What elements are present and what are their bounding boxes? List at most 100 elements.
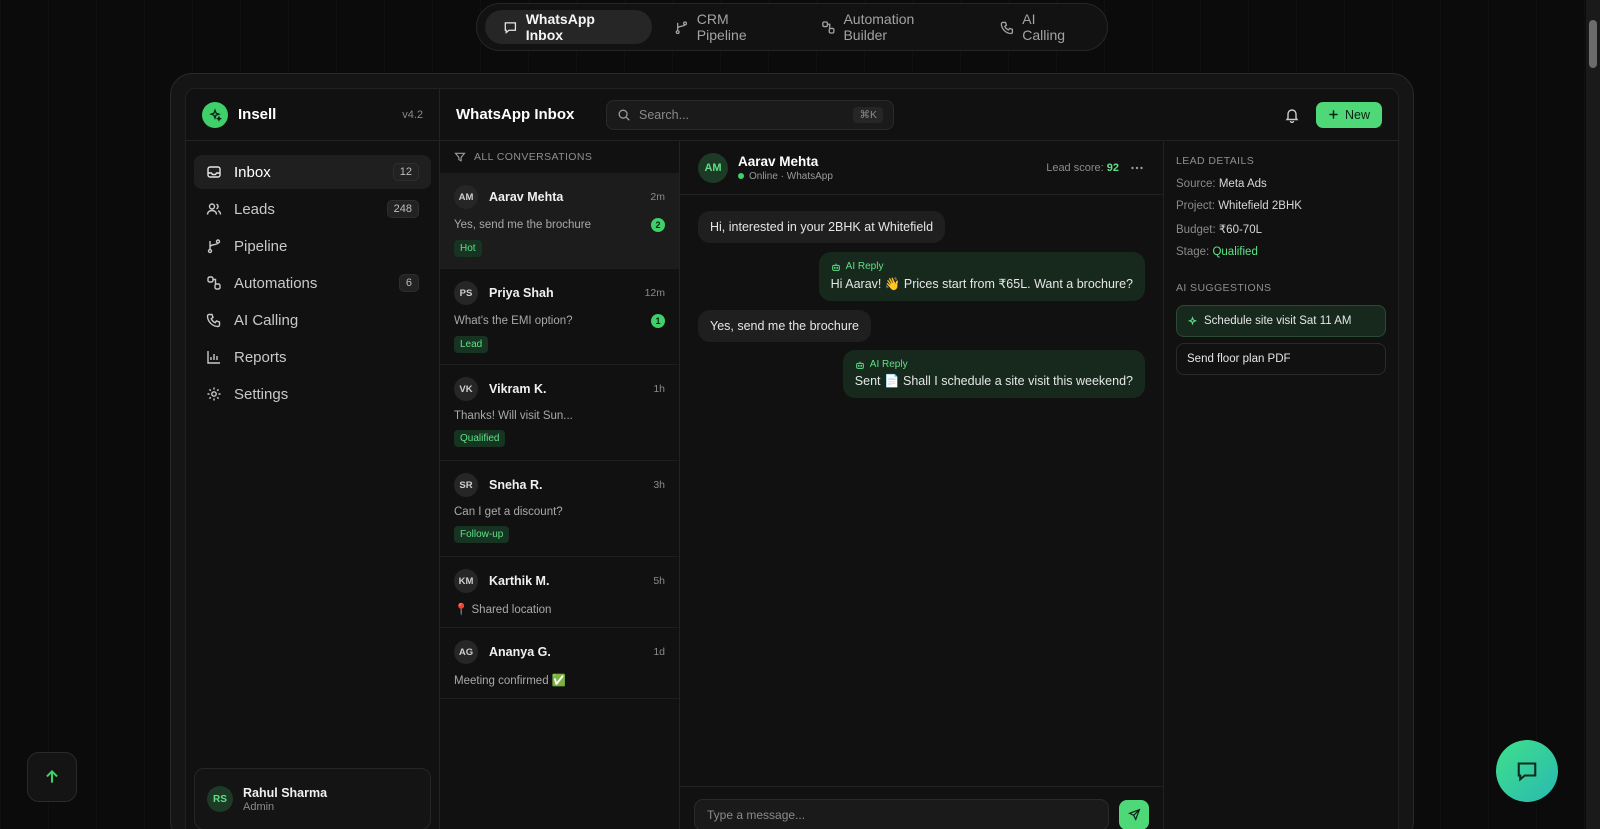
user-name: Rahul Sharma bbox=[243, 785, 328, 800]
message-preview: What's the EMI option? bbox=[454, 315, 573, 327]
online-status: Online · WhatsApp bbox=[738, 171, 833, 182]
sidebar-item-leads[interactable]: Leads 248 bbox=[194, 192, 431, 226]
send-button[interactable] bbox=[1119, 799, 1149, 829]
lead-score-value: 92 bbox=[1106, 161, 1119, 174]
robot-icon bbox=[855, 361, 864, 369]
detail-budget: Budget: ₹60-70L bbox=[1176, 222, 1386, 236]
more-options-icon[interactable] bbox=[1129, 160, 1145, 176]
detail-value: Meta Ads bbox=[1218, 178, 1267, 190]
tab-ai-calling[interactable]: AI Calling bbox=[982, 10, 1099, 44]
detail-source: Source: Meta Ads bbox=[1176, 178, 1386, 190]
app-window: Insell v4.2 Inbox 12 Leads 248 Pipeline bbox=[185, 88, 1399, 829]
new-button[interactable]: New bbox=[1315, 101, 1382, 128]
sidebar: Insell v4.2 Inbox 12 Leads 248 Pipeline bbox=[186, 89, 440, 829]
message-text: Yes, send me the brochure bbox=[710, 319, 859, 333]
chat-panel: AM Aarav Mehta Online · WhatsApp Lead sc… bbox=[680, 141, 1164, 829]
ai-reply-label: AI Reply bbox=[831, 261, 1133, 272]
detail-label: Budget: bbox=[1176, 224, 1216, 236]
avatar: PS bbox=[454, 281, 478, 305]
message-preview: Meeting confirmed ✅ bbox=[454, 675, 567, 687]
section-label: ALL CONVERSATIONS bbox=[474, 151, 593, 163]
detail-project: Project: Whitefield 2BHK bbox=[1176, 200, 1386, 212]
detail-value: Whitefield 2BHK bbox=[1218, 200, 1302, 212]
contact-name: Karthik M. bbox=[489, 574, 550, 588]
suggestion-schedule-visit[interactable]: Schedule site visit Sat 11 AM bbox=[1176, 305, 1386, 337]
message-composer bbox=[680, 786, 1163, 829]
user-profile-card[interactable]: RS Rahul Sharma Admin bbox=[194, 768, 431, 829]
page-scrollbar[interactable] bbox=[1586, 0, 1600, 829]
conversation-item[interactable]: AG Ananya G. 1d Meeting confirmed ✅ bbox=[440, 628, 679, 699]
section-title: AI SUGGESTIONS bbox=[1176, 282, 1272, 294]
suggestion-floor-plan[interactable]: Send floor plan PDF bbox=[1176, 343, 1386, 375]
version-label: v4.2 bbox=[402, 108, 423, 121]
contact-name: Sneha R. bbox=[489, 478, 543, 492]
message-preview: Can I get a discount? bbox=[454, 506, 563, 518]
page-title: WhatsApp Inbox bbox=[456, 106, 575, 123]
tab-crm-pipeline[interactable]: CRM Pipeline bbox=[656, 10, 799, 44]
new-button-label: New bbox=[1344, 107, 1370, 122]
label-text: AI Reply bbox=[869, 359, 908, 370]
sidebar-item-inbox[interactable]: Inbox 12 bbox=[194, 155, 431, 189]
conversation-item[interactable]: VK Vikram K. 1h Thanks! Will visit Sun..… bbox=[440, 365, 679, 461]
suggestion-label: Send floor plan PDF bbox=[1187, 353, 1291, 365]
chat-icon bbox=[1517, 762, 1537, 782]
avatar: AM bbox=[454, 185, 478, 209]
bar-chart-icon bbox=[207, 351, 220, 364]
suggestion-label: Schedule site visit Sat 11 AM bbox=[1204, 315, 1352, 327]
conversation-item[interactable]: PS Priya Shah 12m What's the EMI option?… bbox=[440, 269, 679, 365]
count-badge: 12 bbox=[392, 163, 419, 181]
sidebar-item-label: AI Calling bbox=[234, 311, 299, 329]
message-preview: 📍 Shared location bbox=[454, 604, 552, 616]
message-text: Sent 📄 Shall I schedule a site visit thi… bbox=[854, 374, 1133, 388]
label-text: AI Reply bbox=[845, 261, 884, 272]
inbox-icon bbox=[207, 166, 221, 178]
sparkle-icon bbox=[1187, 315, 1198, 325]
sidebar-item-reports[interactable]: Reports bbox=[194, 340, 431, 374]
detail-stage: Stage: Qualified bbox=[1176, 246, 1386, 258]
app-frame: Insell v4.2 Inbox 12 Leads 248 Pipeline bbox=[170, 73, 1414, 829]
tab-label: Automation Builder bbox=[843, 11, 915, 43]
message-input[interactable] bbox=[694, 798, 1109, 829]
tab-automation-builder[interactable]: Automation Builder bbox=[803, 10, 978, 44]
detail-value: Qualified bbox=[1212, 246, 1258, 258]
brand-name: Insell bbox=[238, 106, 277, 123]
conversation-item[interactable]: SR Sneha R. 3h Can I get a discount? Fol… bbox=[440, 461, 679, 557]
branch-icon bbox=[207, 239, 221, 254]
arrow-up-icon bbox=[46, 769, 58, 783]
search-box[interactable]: ⌘K bbox=[606, 99, 894, 130]
sidebar-item-pipeline[interactable]: Pipeline bbox=[194, 229, 431, 263]
detail-label: Source: bbox=[1176, 178, 1216, 190]
timestamp: 3h bbox=[653, 479, 665, 491]
sidebar-item-settings[interactable]: Settings bbox=[194, 377, 431, 411]
incoming-message: Hi, interested in your 2BHK at Whitefiel… bbox=[698, 211, 946, 243]
sidebar-nav: Inbox 12 Leads 248 Pipeline Automations … bbox=[186, 141, 439, 428]
filter-icon bbox=[454, 152, 466, 162]
lead-score: Lead score: 92 bbox=[1046, 162, 1119, 174]
online-dot-icon bbox=[738, 173, 744, 179]
sidebar-item-automations[interactable]: Automations 6 bbox=[194, 266, 431, 300]
detail-value: ₹60-70L bbox=[1218, 224, 1262, 236]
avatar: KM bbox=[454, 569, 478, 593]
status-tag: Lead bbox=[454, 336, 489, 353]
conversation-filter[interactable]: ALL CONVERSATIONS bbox=[440, 141, 679, 173]
message-text: Hi, interested in your 2BHK at Whitefiel… bbox=[710, 220, 934, 234]
branch-icon bbox=[675, 20, 688, 34]
bell-icon[interactable] bbox=[1284, 107, 1300, 123]
tab-label: AI Calling bbox=[1022, 11, 1066, 43]
timestamp: 5h bbox=[653, 575, 665, 587]
contact-name: Vikram K. bbox=[489, 382, 547, 396]
search-input[interactable] bbox=[639, 107, 846, 122]
scrollbar-thumb[interactable] bbox=[1589, 20, 1597, 68]
conversation-item[interactable]: KM Karthik M. 5h 📍 Shared location bbox=[440, 557, 679, 628]
shortcut-hint: ⌘K bbox=[853, 106, 883, 123]
sidebar-item-label: Settings bbox=[234, 385, 289, 403]
plus-icon bbox=[1329, 110, 1338, 119]
scroll-to-top-button[interactable] bbox=[27, 752, 77, 802]
conversation-item[interactable]: AM Aarav Mehta 2m Yes, send me the broch… bbox=[440, 173, 679, 269]
brand: Insell v4.2 bbox=[186, 89, 439, 141]
chat-widget-button[interactable] bbox=[1496, 740, 1558, 802]
tab-whatsapp-inbox[interactable]: WhatsApp Inbox bbox=[485, 10, 653, 44]
section-title: LEAD DETAILS bbox=[1176, 155, 1255, 167]
sidebar-item-ai-calling[interactable]: AI Calling bbox=[194, 303, 431, 337]
contact-name: Priya Shah bbox=[489, 286, 554, 300]
